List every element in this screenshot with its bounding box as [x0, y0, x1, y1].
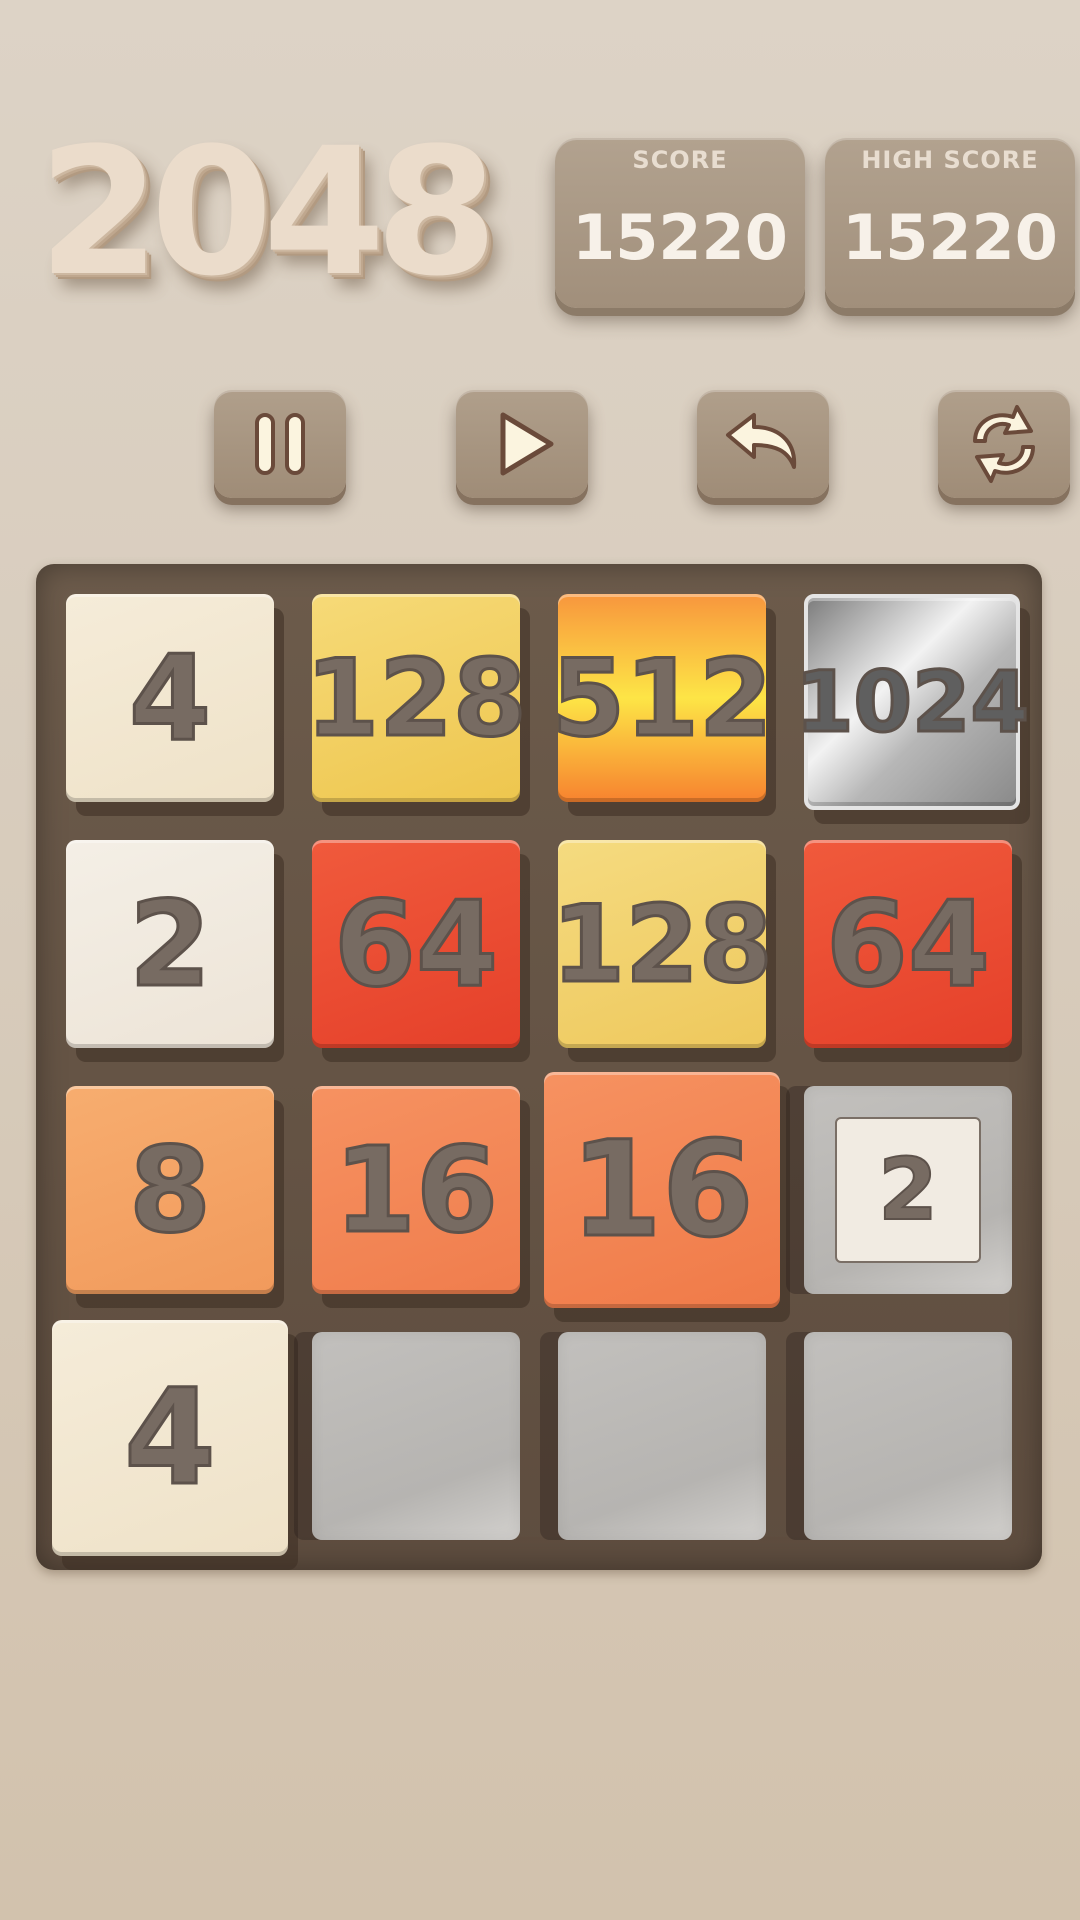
play-icon [500, 412, 554, 476]
tile-128: 128 [304, 594, 528, 802]
undo-icon [726, 413, 797, 469]
cell-spawning-2: 2 [804, 1086, 1012, 1294]
tile-8: 8 [66, 1086, 274, 1294]
empty-cell [804, 1332, 1012, 1540]
tile-64: 64 [804, 840, 1012, 1048]
empty-cell [558, 1332, 766, 1540]
score-box: SCORE 15220 [555, 138, 805, 308]
tile-16: 16 [544, 1072, 780, 1308]
high-score-label: HIGH SCORE [861, 146, 1039, 174]
tile-2: 2 [66, 840, 274, 1048]
tile-128: 128 [550, 840, 774, 1048]
tile-2: 2 [835, 1117, 981, 1263]
high-score-box: HIGH SCORE 15220 [825, 138, 1075, 308]
restart-icon [973, 405, 1035, 483]
game-board[interactable]: 4 128 512 1024 2 64 128 64 8 16 16 2 4 [36, 564, 1042, 1570]
score-value: 15220 [572, 201, 788, 274]
tile-512: 512 [550, 594, 774, 802]
tile-16: 16 [312, 1086, 520, 1294]
empty-cell [312, 1332, 520, 1540]
play-button[interactable] [456, 390, 588, 498]
pause-button[interactable] [214, 390, 346, 498]
tile-4: 4 [66, 594, 274, 802]
pause-icon [255, 413, 305, 475]
score-label: SCORE [632, 146, 728, 174]
game-logo: 2048 [38, 110, 498, 315]
restart-button[interactable] [938, 390, 1070, 498]
undo-button[interactable] [697, 390, 829, 498]
high-score-value: 15220 [842, 201, 1058, 274]
tile-4: 4 [52, 1320, 288, 1556]
tile-64: 64 [312, 840, 520, 1048]
tile-1024: 1024 [794, 594, 1030, 810]
